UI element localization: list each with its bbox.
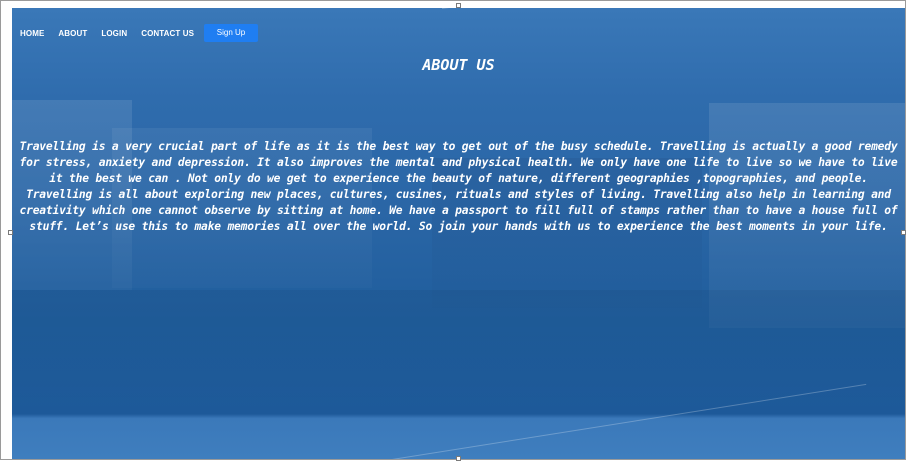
background-photo-ground — [12, 290, 905, 410]
nav-contact-us-link[interactable]: CONTACT US — [141, 29, 194, 38]
nav-home-link[interactable]: HOME — [20, 29, 44, 38]
resize-handle-top[interactable] — [456, 3, 461, 8]
resize-handle-bottom[interactable] — [456, 456, 461, 461]
about-paragraph: Travelling is a very crucial part of lif… — [19, 140, 898, 234]
screenshot-frame: HOME ABOUT LOGIN CONTACT US Sign Up ABOU… — [0, 0, 906, 461]
hero-section: HOME ABOUT LOGIN CONTACT US Sign Up ABOU… — [12, 8, 905, 459]
sign-up-button[interactable]: Sign Up — [204, 24, 258, 42]
top-navigation: HOME ABOUT LOGIN CONTACT US — [20, 24, 208, 42]
nav-about-link[interactable]: ABOUT — [58, 29, 87, 38]
page-title: ABOUT US — [422, 56, 495, 74]
resize-handle-right[interactable] — [901, 230, 906, 235]
resize-handle-left[interactable] — [8, 230, 13, 235]
nav-login-link[interactable]: LOGIN — [101, 29, 127, 38]
background-line — [442, 8, 859, 9]
